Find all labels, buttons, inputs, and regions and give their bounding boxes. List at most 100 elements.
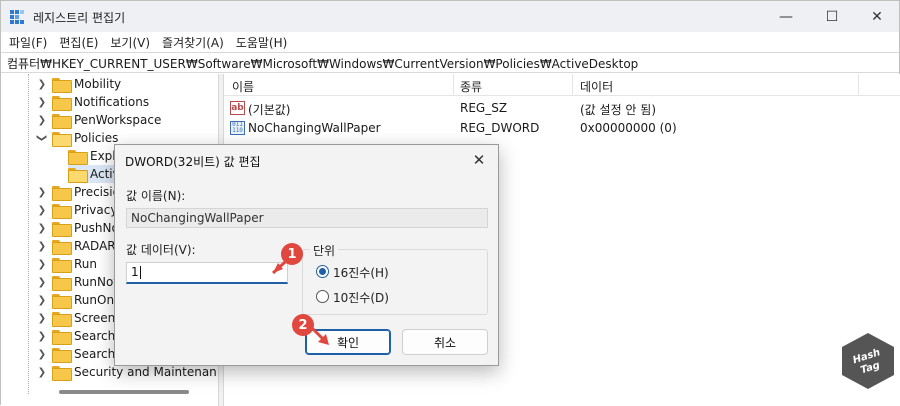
- tree-item[interactable]: ❯ RunOnc: [36, 291, 121, 309]
- value-name: (기본값): [248, 103, 291, 117]
- tree-item-label: Search: [74, 329, 116, 343]
- tree-item[interactable]: ❯ RADAR: [36, 237, 116, 255]
- tree-item[interactable]: ❯ Privacy: [36, 201, 117, 219]
- chevron-right-icon[interactable]: ❯: [36, 348, 48, 360]
- folder-icon: [52, 239, 72, 255]
- dialog-title: DWORD(32비트) 값 편집: [125, 155, 261, 169]
- column-header-name[interactable]: 이름: [232, 78, 254, 95]
- value-data-label: 값 데이터(V):: [126, 243, 196, 257]
- value-data: (값 설정 안 됨): [580, 103, 657, 117]
- column-divider[interactable]: [858, 74, 859, 96]
- registry-editor-window: 레지스트리 편집기 — ☐ ✕ 파일(F) 편집(E) 보기(V) 즐겨찾기(A…: [0, 0, 900, 406]
- list-header: 이름 종류 데이터: [224, 74, 900, 96]
- folder-icon: [52, 347, 72, 363]
- base-group-label: 단위: [310, 242, 339, 259]
- step-marker-1: 1: [281, 243, 303, 265]
- chevron-right-icon[interactable]: ❯: [36, 276, 48, 288]
- folder-icon: [52, 365, 72, 381]
- value-data: 0x00000000 (0): [580, 121, 677, 135]
- tree-item[interactable]: ❯ Search: [36, 327, 115, 345]
- folder-icon: [52, 311, 72, 327]
- column-header-data[interactable]: 데이터: [580, 78, 613, 95]
- tree-item-label: RADAR: [74, 239, 116, 253]
- chevron-right-icon[interactable]: ❯: [36, 186, 48, 198]
- chevron-right-icon[interactable]: ❯: [36, 366, 48, 378]
- value-data-text: 1: [131, 265, 139, 279]
- value-type: REG_SZ: [460, 101, 508, 115]
- menu-help[interactable]: 도움말(H): [230, 32, 294, 52]
- folder-icon: [52, 275, 72, 291]
- chevron-down-icon[interactable]: ❯: [36, 132, 48, 144]
- chevron-right-icon[interactable]: ❯: [36, 240, 48, 252]
- folder-icon: [52, 185, 72, 201]
- chevron-right-icon[interactable]: ❯: [36, 312, 48, 324]
- value-name-field: NoChangingWallPaper: [126, 208, 488, 228]
- list-row[interactable]: 011 110 NoChangingWallPaper REG_DWORD 0x…: [224, 118, 900, 138]
- chevron-right-icon[interactable]: ❯: [36, 96, 48, 108]
- close-button[interactable]: ✕: [854, 1, 900, 32]
- folder-icon: [52, 77, 72, 93]
- chevron-right-icon[interactable]: ❯: [36, 204, 48, 216]
- folder-icon: [52, 221, 72, 237]
- text-caret: [139, 266, 141, 279]
- chevron-right-icon[interactable]: ❯: [36, 258, 48, 270]
- tree-item[interactable]: ❯ Mobility: [36, 75, 121, 93]
- radio-decimal-label[interactable]: 10진수(D): [333, 289, 389, 306]
- tree-item-label: Privacy: [74, 203, 118, 217]
- list-row[interactable]: ab (기본값) REG_SZ (값 설정 안 됨): [224, 98, 900, 118]
- address-bar[interactable]: 컴퓨터₩HKEY_CURRENT_USER₩Software₩Microsoft…: [1, 52, 899, 73]
- radio-hex-label[interactable]: 16진수(H): [333, 264, 389, 281]
- close-icon: ✕: [871, 8, 883, 25]
- chevron-right-icon[interactable]: ❯: [36, 294, 48, 306]
- step-marker-2: 2: [292, 314, 314, 336]
- tree-item-label: Policies: [74, 131, 119, 145]
- tree-item[interactable]: ❯ PushNo: [36, 219, 119, 237]
- radio-hex[interactable]: [316, 265, 329, 278]
- menu-file[interactable]: 파일(F): [1, 32, 53, 52]
- radio-decimal[interactable]: [316, 290, 329, 303]
- folder-icon: [52, 95, 72, 111]
- folder-open-icon: [68, 167, 88, 183]
- chevron-right-icon[interactable]: ❯: [36, 222, 48, 234]
- menu-edit[interactable]: 편집(E): [53, 32, 104, 52]
- folder-icon: [52, 329, 72, 345]
- dialog-close-button[interactable]: ✕: [468, 149, 490, 171]
- menu-view[interactable]: 보기(V): [104, 32, 156, 52]
- column-divider[interactable]: [572, 74, 573, 96]
- maximize-icon: ☐: [825, 8, 839, 25]
- tree-item[interactable]: ❯ SearchS: [36, 345, 123, 363]
- tree-item[interactable]: ❯ Notifications: [36, 93, 149, 111]
- column-divider[interactable]: [453, 74, 454, 96]
- title-bar[interactable]: 레지스트리 편집기 — ☐ ✕: [1, 1, 899, 32]
- minimize-icon: —: [779, 8, 793, 25]
- tree-item[interactable]: ❯ Run: [36, 255, 97, 273]
- value-name-label: 값 이름(N):: [126, 189, 186, 203]
- maximize-button[interactable]: ☐: [809, 1, 855, 32]
- chevron-right-icon[interactable]: ❯: [36, 114, 48, 126]
- folder-icon: [52, 293, 72, 309]
- chevron-right-icon[interactable]: ❯: [36, 330, 48, 342]
- value-type: REG_DWORD: [460, 121, 540, 135]
- tree-horizontal-scrollbar[interactable]: [59, 390, 189, 394]
- close-icon: ✕: [472, 151, 486, 169]
- column-header-type[interactable]: 종류: [460, 78, 482, 95]
- tree-item[interactable]: ❯ RunNoti: [36, 273, 121, 291]
- cancel-button[interactable]: 취소: [402, 329, 488, 355]
- menu-bar: 파일(F) 편집(E) 보기(V) 즐겨찾기(A) 도움말(H): [1, 32, 899, 52]
- tree-guide-line: [28, 74, 29, 394]
- folder-open-icon: [52, 131, 72, 147]
- chevron-right-icon[interactable]: ❯: [36, 78, 48, 90]
- folder-icon: [68, 149, 88, 165]
- value-data-input[interactable]: 1: [126, 262, 288, 284]
- binary-value-icon: 011 110: [230, 121, 245, 135]
- window-title: 레지스트리 편집기: [33, 11, 126, 25]
- tree-item-policies[interactable]: ❯ Policies: [36, 129, 118, 147]
- menu-favorites[interactable]: 즐겨찾기(A): [156, 32, 230, 52]
- folder-icon: [52, 203, 72, 219]
- tree-item[interactable]: ❯ PenWorkspace: [36, 111, 161, 129]
- tree-item-label: Notifications: [74, 95, 150, 109]
- minimize-button[interactable]: —: [763, 1, 809, 32]
- tree-item-label: Run: [74, 257, 98, 271]
- registry-app-icon: [10, 10, 24, 24]
- folder-icon: [52, 113, 72, 129]
